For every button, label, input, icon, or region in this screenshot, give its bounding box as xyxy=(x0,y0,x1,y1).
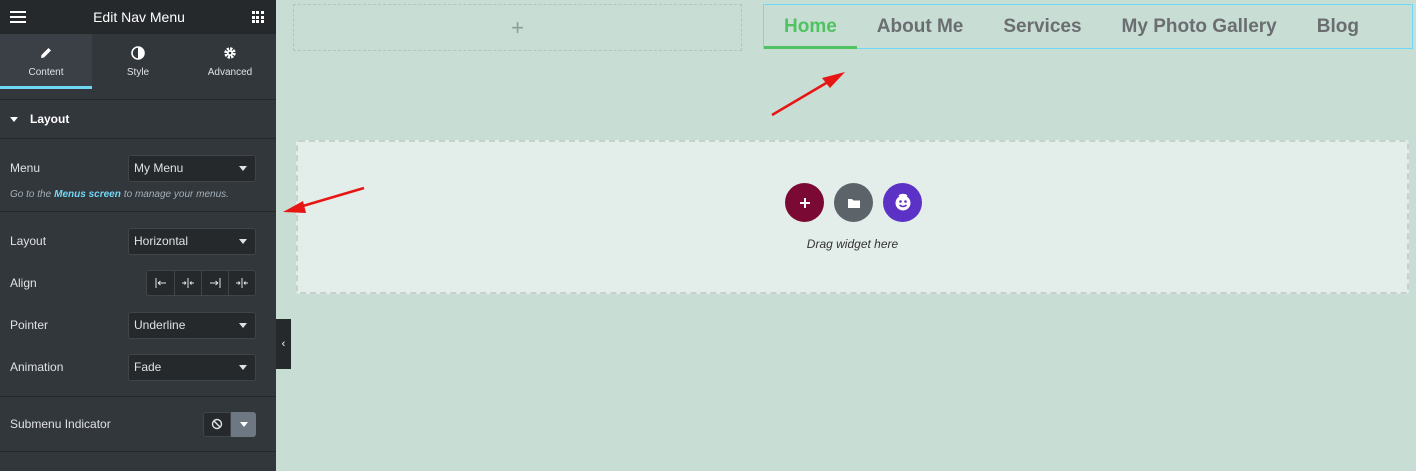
align-justify-icon xyxy=(236,278,248,288)
menu-control: Menu My Menu xyxy=(0,147,276,189)
chevron-down-icon xyxy=(239,165,247,171)
align-justify-button[interactable] xyxy=(228,271,255,295)
layout-control: Layout Horizontal xyxy=(0,220,276,262)
widget-drop-zone[interactable]: Drag widget here xyxy=(296,140,1409,294)
submenu-indicator-label: Submenu Indicator xyxy=(10,417,111,431)
layout-label: Layout xyxy=(10,234,47,248)
menu-select[interactable]: My Menu xyxy=(128,154,256,182)
nav-item-blog[interactable]: Blog xyxy=(1297,5,1379,48)
add-new-section-button[interactable] xyxy=(785,183,824,222)
panel-tabs: Content Style Advanced xyxy=(0,34,276,89)
add-template-button[interactable] xyxy=(834,183,873,222)
chevron-down-icon xyxy=(239,322,247,328)
widgets-grid-icon[interactable] xyxy=(251,11,264,23)
panel-title: Edit Nav Menu xyxy=(93,9,185,25)
plus-icon: + xyxy=(511,14,524,40)
annotation-arrow-to-nav xyxy=(771,72,845,117)
panel-header: Edit Nav Menu xyxy=(0,0,276,34)
pointer-label: Pointer xyxy=(10,318,49,332)
chevron-down-icon xyxy=(239,364,247,370)
drop-zone-actions xyxy=(785,183,922,222)
align-right-icon xyxy=(210,278,221,288)
chevron-down-icon xyxy=(239,238,247,244)
animation-select-value: Fade xyxy=(134,360,162,374)
menu-label: Menu xyxy=(10,161,41,175)
caret-down-icon xyxy=(10,116,18,122)
layout-select[interactable]: Horizontal xyxy=(128,227,256,255)
pointer-control: Pointer Underline xyxy=(0,304,276,346)
nav-item-about-me[interactable]: About Me xyxy=(857,5,984,48)
hamburger-menu-icon[interactable] xyxy=(10,11,26,23)
collapse-panel-button[interactable]: ‹ xyxy=(276,319,291,369)
tab-advanced-label: Advanced xyxy=(207,67,253,78)
animation-label: Animation xyxy=(10,360,64,374)
align-left-icon xyxy=(155,278,166,288)
template-kit-button[interactable] xyxy=(883,183,922,222)
chevron-left-icon: ‹ xyxy=(281,338,286,350)
divider xyxy=(0,451,276,452)
section-layout-title: Layout xyxy=(30,112,70,126)
editor-panel: Edit Nav Menu Content Style Advanced Lay… xyxy=(0,0,276,471)
tab-advanced[interactable]: Advanced xyxy=(184,34,276,89)
plus-icon xyxy=(799,197,810,208)
align-right-button[interactable] xyxy=(201,271,228,295)
ban-icon xyxy=(211,418,223,430)
align-control: Align xyxy=(0,262,276,304)
align-label: Align xyxy=(10,276,37,290)
chevron-down-icon xyxy=(239,421,248,427)
pencil-icon xyxy=(38,45,54,61)
gear-icon xyxy=(222,45,238,61)
tab-content[interactable]: Content xyxy=(0,34,92,89)
submenu-indicator-none-button[interactable] xyxy=(203,411,231,437)
submenu-indicator-control: Submenu Indicator xyxy=(0,397,276,451)
tab-style-label: Style xyxy=(126,67,150,78)
pointer-select-value: Underline xyxy=(134,318,186,332)
layout-select-value: Horizontal xyxy=(134,234,189,248)
animation-control: Animation Fade xyxy=(0,346,276,388)
note-suffix: to manage your menus. xyxy=(123,189,229,200)
drop-zone-text: Drag widget here xyxy=(806,237,899,251)
pointer-select[interactable]: Underline xyxy=(128,311,256,339)
align-left-button[interactable] xyxy=(147,271,174,295)
menu-select-value: My Menu xyxy=(134,161,184,175)
menus-screen-link[interactable]: Menus screen xyxy=(54,189,121,200)
half-circle-icon xyxy=(130,45,146,61)
submenu-indicator-picker xyxy=(203,411,256,437)
menu-help-note: Go to the Menus screen to manage your me… xyxy=(0,189,276,211)
submenu-indicator-dropdown[interactable] xyxy=(231,411,256,437)
section-layout-header[interactable]: Layout xyxy=(0,99,276,139)
smiley-face-icon xyxy=(895,193,910,210)
add-section-area[interactable]: + xyxy=(293,4,742,51)
nav-item-services[interactable]: Services xyxy=(983,5,1101,48)
nav-item-photo-gallery[interactable]: My Photo Gallery xyxy=(1102,5,1297,48)
tab-style[interactable]: Style xyxy=(92,34,184,89)
nav-item-home[interactable]: Home xyxy=(764,5,857,49)
align-center-button[interactable] xyxy=(174,271,201,295)
nav-menu-widget[interactable]: Home About Me Services My Photo Gallery … xyxy=(763,4,1413,49)
align-button-group xyxy=(146,270,256,296)
folder-icon xyxy=(847,198,860,208)
align-center-icon xyxy=(182,278,194,288)
animation-select[interactable]: Fade xyxy=(128,353,256,381)
note-prefix: Go to the xyxy=(10,189,52,200)
tab-content-label: Content xyxy=(28,67,64,78)
